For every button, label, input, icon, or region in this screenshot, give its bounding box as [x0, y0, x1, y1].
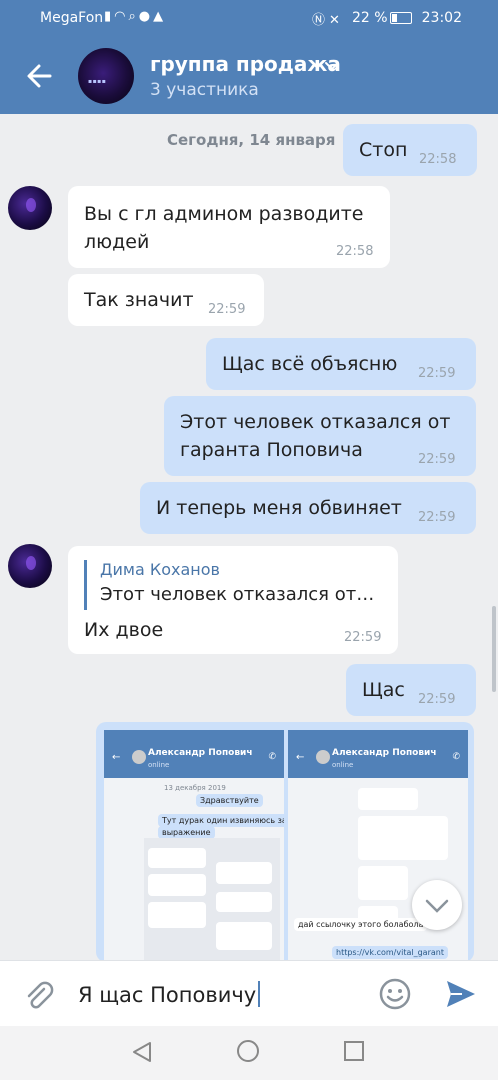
message-text-line1: Вы с гл админом разводите: [84, 203, 364, 225]
screenshot-avatar: [316, 750, 330, 764]
message-input-text: Я щас Поповичу: [78, 983, 257, 1007]
nested-bubble: [216, 862, 272, 884]
group-title[interactable]: группа продажа: [150, 52, 341, 76]
screenshot-statusbar: [104, 730, 284, 744]
screenshot-back-icon: ←: [112, 752, 121, 763]
message-incoming-reply[interactable]: Дима Коханов Этот человек отказался от… …: [68, 546, 398, 654]
date-separator: Сегодня, 14 января: [167, 131, 336, 149]
attach-icon[interactable]: [22, 979, 56, 1013]
message-text-line2: гаранта Поповича: [180, 439, 363, 461]
message-composer: Я щас Поповичу: [0, 960, 498, 1027]
battery-icon: [390, 12, 412, 24]
nav-recents-icon[interactable]: [344, 1041, 364, 1061]
screenshot-contact-status: online: [148, 761, 170, 769]
nested-bubble: [216, 922, 272, 950]
message-time: 22:58: [336, 244, 374, 259]
nested-bubble: [148, 874, 206, 896]
message-time: 22:59: [418, 452, 456, 467]
screenshot-phone-icon: ✆: [452, 752, 460, 762]
nav-back-icon[interactable]: [130, 1040, 154, 1064]
screenshot-link: https://vk.com/vital_garant: [332, 946, 448, 959]
avatar-logo: ▪▪▪▪: [88, 78, 107, 85]
message-time: 22:59: [208, 302, 246, 317]
message-text: Так значит: [84, 289, 194, 311]
message-text: Щас: [362, 679, 405, 701]
message-outgoing[interactable]: И теперь меня обвиняет 22:59: [140, 482, 476, 534]
message-text-line1: Этот человек отказался от: [180, 411, 451, 433]
screenshot-bubble: [358, 866, 408, 900]
screenshot-msg: дай ссылочку этого болабола: [294, 918, 428, 931]
message-time: 22:59: [418, 510, 456, 525]
message-text: Их двое: [84, 619, 164, 641]
reply-bar: [84, 560, 87, 610]
message-text: И теперь меня обвиняет: [156, 497, 402, 519]
message-incoming[interactable]: Вы с гл админом разводите людей 22:58: [68, 186, 390, 268]
message-time: 22:58: [419, 152, 457, 167]
message-text: Стоп: [359, 139, 408, 161]
emoji-icon[interactable]: [378, 977, 412, 1011]
message-input[interactable]: Я щас Поповичу: [78, 981, 261, 1007]
screenshot-bubble: [358, 788, 418, 810]
sender-avatar[interactable]: [8, 544, 52, 588]
system-navbar: [0, 1026, 498, 1080]
scroll-down-button[interactable]: [412, 880, 462, 930]
nested-bubble: [216, 892, 272, 912]
message-text-line2: людей: [84, 231, 150, 253]
screenshot-back-icon: ←: [296, 752, 305, 763]
message-outgoing[interactable]: Этот человек отказался от гаранта Попови…: [164, 396, 476, 476]
screenshot-nested: [144, 838, 280, 962]
status-bar: MegaFon ▮◠⌕●▲ Ⓝ✕ 22 % 23:02: [0, 0, 498, 38]
nav-home-icon[interactable]: [237, 1040, 259, 1062]
text-cursor: [258, 981, 261, 1007]
signal-wifi-icons: ▮◠⌕●▲: [104, 9, 167, 24]
screenshot-statusbar: [288, 730, 468, 744]
message-time: 22:59: [418, 366, 456, 381]
message-time: 22:59: [344, 630, 382, 645]
reply-author[interactable]: Дима Коханов: [100, 560, 220, 579]
chevron-down-icon[interactable]: [324, 60, 340, 72]
screenshot-contact-name: Александр Попович: [148, 748, 253, 758]
nested-bubble: [148, 848, 206, 868]
group-avatar[interactable]: ▪▪▪▪: [78, 48, 134, 104]
screenshot-left: ← Александр Попович online ✆ 13 декабря …: [104, 730, 284, 962]
chevron-down-icon: [425, 899, 449, 913]
nfc-mute-icons: Ⓝ✕: [312, 13, 344, 28]
sender-avatar[interactable]: [8, 186, 52, 230]
message-time: 22:59: [418, 692, 456, 707]
member-count: 3 участника: [150, 80, 259, 100]
message-incoming[interactable]: Так значит 22:59: [68, 274, 264, 326]
screenshot-avatar: [132, 750, 146, 764]
screenshot-phone-icon: ✆: [268, 752, 276, 762]
message-outgoing[interactable]: Стоп 22:58: [343, 124, 477, 176]
nested-bubble: [148, 902, 206, 928]
screenshot-bubble: [358, 816, 448, 860]
message-text: Щас всё объясню: [222, 353, 398, 375]
message-outgoing[interactable]: Щас 22:59: [346, 664, 476, 716]
scrollbar-thumb[interactable]: [492, 606, 496, 692]
screenshot-contact-status: online: [332, 761, 354, 769]
screenshot-contact-name: Александр Попович: [332, 748, 437, 758]
battery-percent: 22 %: [352, 10, 388, 26]
screenshot-date: 13 декабря 2019: [164, 784, 226, 792]
clock: 23:02: [421, 10, 462, 26]
screenshot-msg: Здравствуйте: [196, 794, 263, 807]
reply-quote[interactable]: Этот человек отказался от…: [100, 584, 374, 605]
carrier-label: MegaFon: [40, 10, 104, 26]
message-outgoing[interactable]: Щас всё объясню 22:59: [206, 338, 476, 390]
chat-header: ▪▪▪▪ группа продажа 3 участника: [0, 38, 498, 114]
send-icon[interactable]: [444, 977, 478, 1011]
back-arrow-icon[interactable]: [24, 58, 56, 94]
